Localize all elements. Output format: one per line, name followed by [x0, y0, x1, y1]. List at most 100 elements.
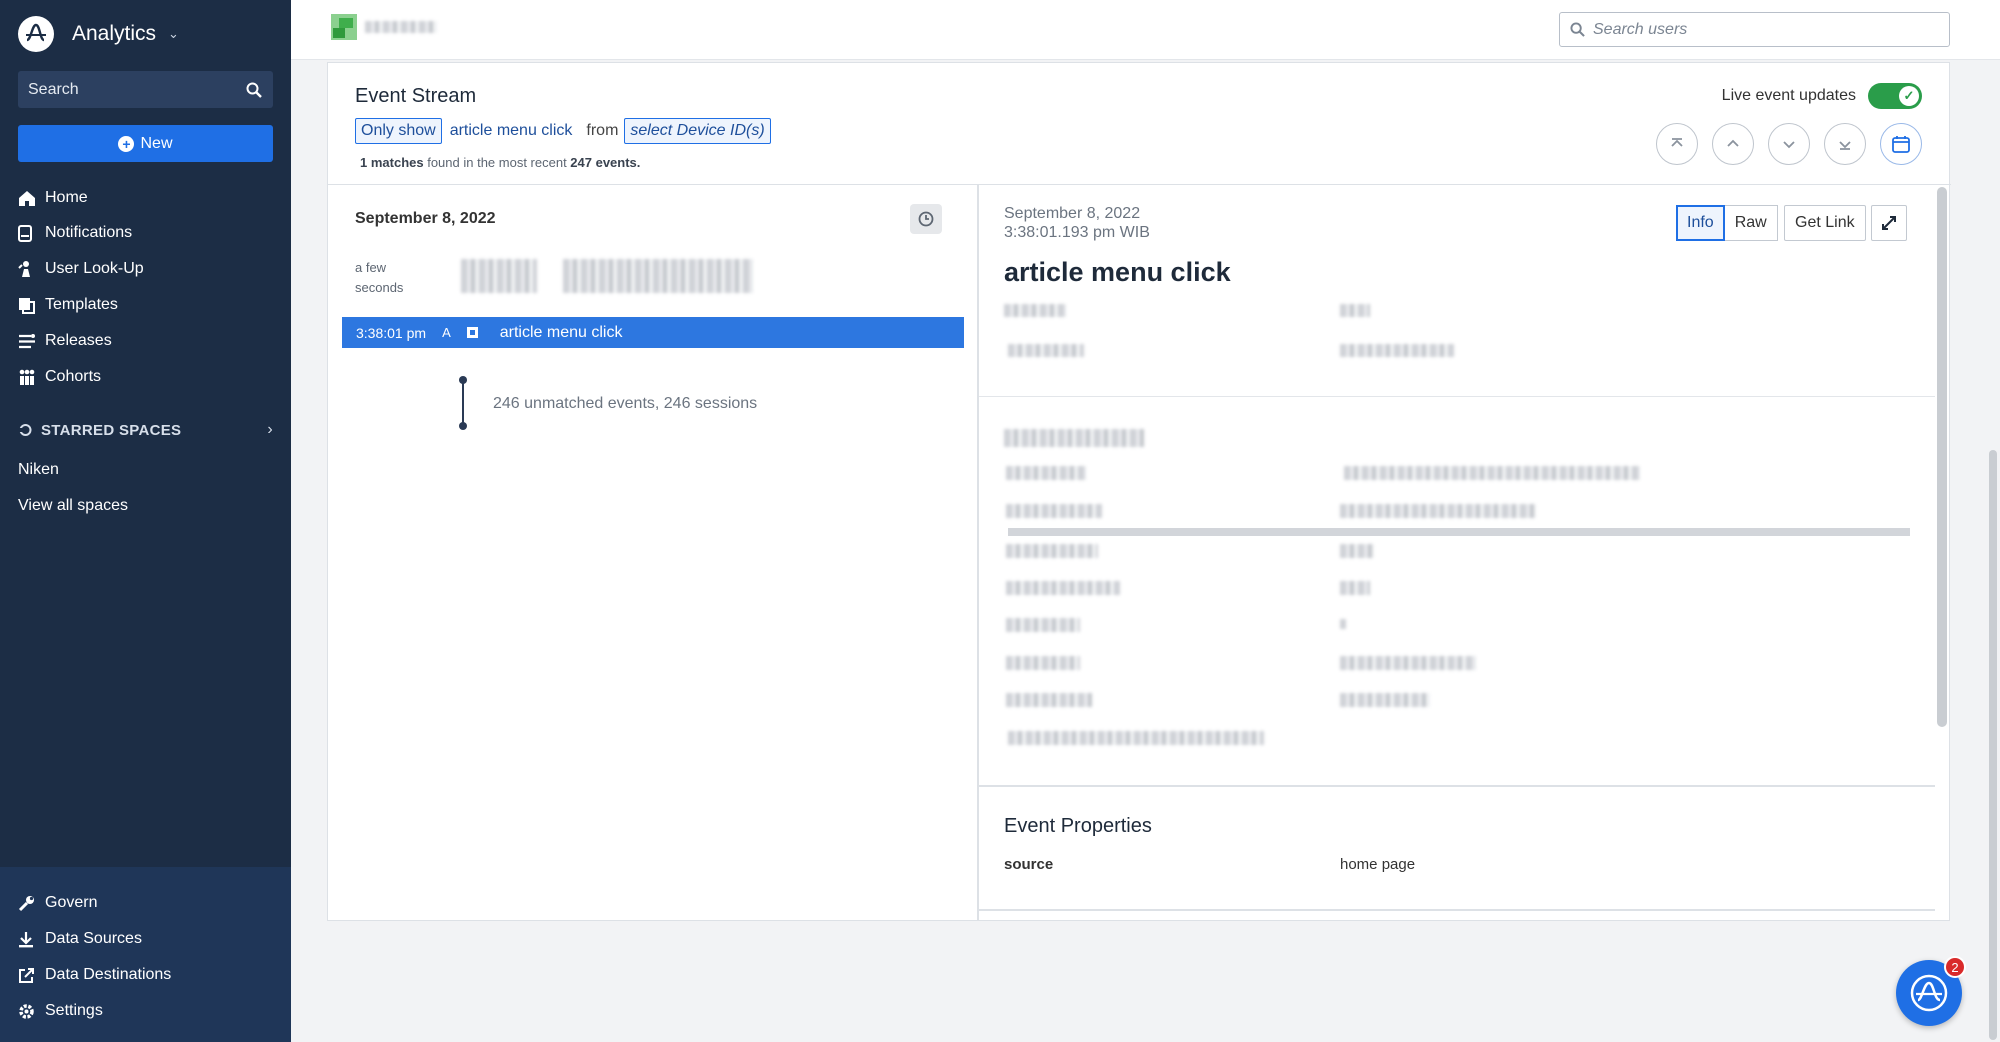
- raw-tab[interactable]: Raw: [1724, 205, 1778, 241]
- jump-to-bottom-button[interactable]: [1824, 123, 1866, 165]
- sidebar-item-releases[interactable]: Releases: [18, 328, 112, 354]
- sidebar-item-settings[interactable]: Settings: [18, 998, 103, 1024]
- sidebar-item-notifications[interactable]: Notifications: [18, 220, 132, 246]
- event-time: 3:38:01 pm: [356, 324, 427, 341]
- sidebar-item-user-lookup[interactable]: User Look-Up: [18, 256, 144, 282]
- from-label: from: [586, 122, 619, 139]
- sidebar-item-label: Notifications: [45, 224, 133, 241]
- event-clock-time: 3:38:01.193 pm WIB: [1004, 224, 1150, 241]
- notifications-icon: [18, 224, 38, 242]
- redacted-value: [1340, 344, 1454, 357]
- redacted-link: [1008, 731, 1264, 745]
- search-users-field[interactable]: [1559, 12, 1950, 47]
- get-link-button[interactable]: Get Link: [1784, 205, 1866, 241]
- expand-icon: [1882, 216, 1896, 230]
- redacted-value: [1340, 581, 1370, 595]
- sidebar-item-templates[interactable]: Templates: [18, 292, 118, 318]
- sidebar-item-data-destinations[interactable]: Data Destinations: [18, 962, 171, 988]
- sidebar-item-data-sources[interactable]: Data Sources: [18, 926, 142, 952]
- redacted-value: [1340, 693, 1430, 707]
- redacted-field: [1004, 304, 1066, 317]
- plus-circle-icon: +: [118, 135, 135, 152]
- chevron-down-icon: ⌄: [168, 26, 179, 41]
- jump-to-top-button[interactable]: [1656, 123, 1698, 165]
- redacted-field: [1008, 344, 1084, 357]
- releases-icon: [18, 333, 38, 350]
- header-divider: [328, 184, 1951, 185]
- event-date: September 8, 2022: [1004, 205, 1141, 222]
- match-summary-text: found in the most recent: [423, 155, 571, 170]
- info-tab[interactable]: Info: [1676, 205, 1725, 241]
- sidebar-item-govern[interactable]: Govern: [18, 890, 97, 916]
- space-link-niken[interactable]: Niken: [18, 461, 59, 479]
- event-row-selected[interactable]: 3:38:01 pm A article menu click: [342, 317, 964, 348]
- date-picker-button[interactable]: [1880, 123, 1922, 165]
- event-properties-title: Event Properties: [1004, 815, 1152, 837]
- event-detail-title: article menu click: [1004, 257, 1231, 287]
- live-updates-toggle[interactable]: ✓: [1868, 83, 1922, 109]
- gear-icon: [18, 1003, 38, 1020]
- redacted-section-title: [1004, 429, 1144, 447]
- redacted-field: [1006, 656, 1080, 670]
- event-timestamp: September 8, 2022 3:38:01.193 pm WIB: [1004, 204, 1150, 242]
- redacted-value: [1340, 304, 1370, 317]
- unmatched-events-link[interactable]: 246 unmatched events, 246 sessions: [493, 395, 757, 413]
- match-summary: 1 matches found in the most recent 247 e…: [360, 155, 640, 170]
- sidebar-item-label: Settings: [45, 1002, 103, 1019]
- new-button-label: New: [140, 134, 173, 152]
- row-highlight: [1008, 528, 1910, 536]
- wrench-icon: [18, 895, 38, 912]
- expand-button[interactable]: [1871, 205, 1907, 241]
- amplitude-logo-icon: [1910, 974, 1948, 1012]
- live-updates-label: Live event updates: [1721, 87, 1856, 104]
- redacted-value: [1340, 504, 1536, 518]
- next-event-button[interactable]: [1768, 123, 1810, 165]
- detail-scrollbar[interactable]: [1937, 187, 1947, 727]
- starred-spaces-header[interactable]: STARRED SPACES ›: [18, 421, 273, 439]
- event-selector[interactable]: article menu click: [442, 119, 581, 143]
- chevron-right-icon[interactable]: ›: [267, 421, 273, 439]
- event-marker-icon: [466, 327, 478, 338]
- check-icon: ✓: [1899, 86, 1919, 106]
- sidebar-item-label: Releases: [45, 332, 112, 349]
- event-filter: Only show article menu click from select…: [355, 118, 771, 144]
- redacted-value: [1340, 544, 1374, 558]
- project-selector[interactable]: [331, 14, 437, 40]
- sidebar: Analytics ⌄ Search + New Home Notificati…: [0, 0, 291, 1042]
- redacted-project-name: [365, 21, 437, 33]
- sidebar-item-label: Templates: [45, 296, 118, 313]
- redacted-session-info: [461, 259, 537, 293]
- previous-event-button[interactable]: [1712, 123, 1754, 165]
- event-name: article menu click: [499, 323, 623, 341]
- device-id-selector[interactable]: select Device ID(s): [624, 118, 771, 144]
- sidebar-item-label: User Look-Up: [45, 260, 144, 277]
- redacted-value: [1340, 619, 1346, 629]
- starred-spaces-label: STARRED SPACES: [41, 421, 182, 439]
- only-show-selector[interactable]: Only show: [355, 118, 442, 144]
- time-format-button[interactable]: [910, 204, 942, 234]
- pane-divider: [977, 184, 979, 921]
- top-bar: [291, 0, 2000, 60]
- stream-navigation: [1642, 123, 1922, 165]
- redacted-value: [1340, 656, 1476, 670]
- search-users-input[interactable]: [1593, 20, 1923, 39]
- view-all-spaces-link[interactable]: View all spaces: [18, 497, 128, 515]
- sidebar-search-label: Search: [28, 80, 79, 98]
- app-switcher[interactable]: Analytics ⌄: [18, 16, 179, 52]
- notification-count-badge: 2: [1944, 956, 1966, 978]
- user-lookup-icon: [18, 260, 38, 278]
- calendar-icon: [1892, 136, 1910, 153]
- new-button[interactable]: + New: [18, 125, 273, 162]
- sidebar-search[interactable]: Search: [18, 71, 273, 108]
- export-icon: [18, 967, 38, 984]
- event-count: 247 events.: [570, 155, 641, 170]
- sidebar-item-label: Home: [45, 189, 88, 206]
- sidebar-item-cohorts[interactable]: Cohorts: [18, 364, 101, 390]
- match-count: 1 matches: [360, 155, 424, 170]
- redacted-field: [1006, 544, 1098, 558]
- search-icon: [1570, 22, 1585, 37]
- redacted-field: [1006, 618, 1080, 632]
- property-key: source: [1004, 856, 1054, 873]
- sidebar-item-home[interactable]: Home: [18, 185, 88, 211]
- page-scrollbar[interactable]: [1989, 450, 1997, 1040]
